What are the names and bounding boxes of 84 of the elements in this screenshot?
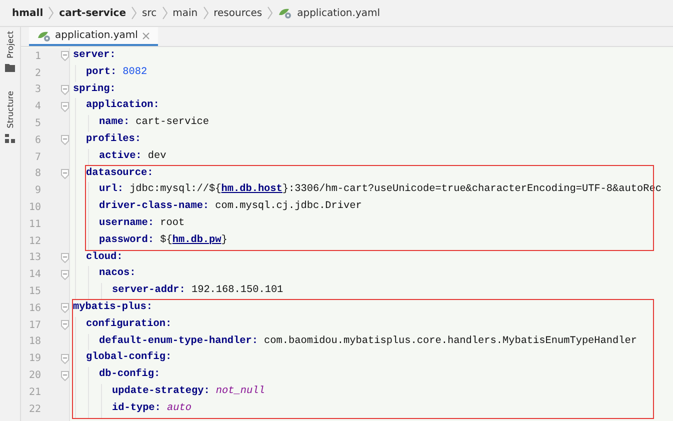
yaml-key: password: xyxy=(99,234,154,246)
fold-icon[interactable] xyxy=(61,51,69,62)
line-number: 1 xyxy=(34,50,41,62)
chevron-icon xyxy=(202,6,209,20)
yaml-value: ${hm.db.pw} xyxy=(160,234,228,246)
breadcrumb-item[interactable]: src xyxy=(142,8,157,18)
yaml-key: datasource: xyxy=(86,168,154,179)
line-number: 18 xyxy=(28,336,41,348)
breadcrumb-item[interactable]: application.yaml xyxy=(297,8,380,18)
line-number: 21 xyxy=(28,386,41,398)
chevron-icon xyxy=(48,6,54,20)
line-number: 20 xyxy=(28,370,41,382)
yaml-key: server: xyxy=(73,50,116,61)
yaml-key: id-type: xyxy=(112,402,161,414)
line-number: 8 xyxy=(34,168,41,180)
yaml-value: com.baomidou.mybatisplus.core.handlers.MybatisEnumTypeHandler xyxy=(264,336,637,347)
yaml-key: global-config: xyxy=(86,352,172,364)
yaml-key: name: xyxy=(99,117,130,128)
breadcrumb-item[interactable]: main xyxy=(172,8,198,18)
chevron-icon xyxy=(267,6,274,20)
yaml-file-icon xyxy=(37,30,51,42)
line-number: 7 xyxy=(34,152,41,163)
line-number: 6 xyxy=(34,134,41,146)
line-number: 12 xyxy=(28,236,41,247)
fold-icon[interactable] xyxy=(61,102,69,112)
yaml-value: auto xyxy=(167,402,192,414)
yaml-key: update-strategy: xyxy=(112,386,210,397)
line-number: 22 xyxy=(28,404,41,415)
fold-icon[interactable] xyxy=(61,303,69,314)
yaml-key: username: xyxy=(99,218,154,229)
structure-icon xyxy=(5,134,15,143)
yaml-key: profiles: xyxy=(86,134,142,145)
fold-icon[interactable] xyxy=(61,252,69,263)
folder-icon xyxy=(5,63,15,72)
line-number: 3 xyxy=(34,84,41,96)
yaml-value: 192.168.150.101 xyxy=(191,285,284,296)
tool-window-tab[interactable]: Project xyxy=(6,31,14,58)
line-number: 16 xyxy=(28,302,41,314)
yaml-key: url: xyxy=(99,184,124,196)
yaml-key: active: xyxy=(99,150,142,162)
line-number: 5 xyxy=(34,118,41,130)
yaml-value: com.mysql.cj.jdbc.Driver xyxy=(215,201,362,212)
close-icon[interactable] xyxy=(142,32,150,40)
yaml-value: not_null xyxy=(216,386,265,397)
line-number: 19 xyxy=(28,353,41,364)
yaml-value: cart-service xyxy=(136,117,210,128)
fold-icon[interactable] xyxy=(61,135,69,146)
line-number: 14 xyxy=(28,269,41,280)
yaml-value: dev xyxy=(148,150,166,162)
yaml-key: spring: xyxy=(73,84,116,95)
fold-icon[interactable] xyxy=(61,370,69,381)
fold-icon[interactable] xyxy=(61,84,69,95)
yaml-key: configuration: xyxy=(86,318,172,330)
line-number: 4 xyxy=(34,101,41,112)
yaml-key: port: xyxy=(86,66,117,78)
yaml-value: root xyxy=(160,218,185,229)
breadcrumb-item[interactable]: cart-service xyxy=(59,8,126,18)
fold-icon[interactable] xyxy=(61,320,69,330)
line-number: 10 xyxy=(28,202,41,214)
yaml-file-icon xyxy=(278,7,292,19)
yaml-value: 8082 xyxy=(122,66,148,78)
fold-icon[interactable] xyxy=(61,354,69,364)
yaml-key: nacos: xyxy=(99,268,136,280)
fold-icon[interactable] xyxy=(61,270,69,280)
breadcrumb-item[interactable]: hmall xyxy=(12,8,44,18)
yaml-key: mybatis-plus: xyxy=(73,302,152,313)
line-number: 13 xyxy=(28,252,41,264)
yaml-key: application: xyxy=(86,100,160,112)
breadcrumb-item[interactable]: resources xyxy=(214,8,262,18)
tool-window-tab[interactable]: Structure xyxy=(6,91,14,129)
chevron-icon xyxy=(162,6,168,20)
editor-tab[interactable]: application.yaml xyxy=(29,27,158,46)
line-number: 17 xyxy=(28,320,41,331)
yaml-key: driver-class-name: xyxy=(99,201,210,212)
yaml-key: default-enum-type-handler: xyxy=(99,336,258,347)
line-number: 2 xyxy=(34,68,41,79)
yaml-key: cloud: xyxy=(86,252,123,263)
line-number: 9 xyxy=(34,185,41,196)
line-number: 11 xyxy=(28,218,41,230)
fold-icon[interactable] xyxy=(61,168,69,179)
line-number: 15 xyxy=(28,286,41,298)
yaml-key: db-config: xyxy=(99,369,160,380)
yaml-key: server-addr: xyxy=(112,285,186,296)
chevron-icon xyxy=(131,6,138,20)
